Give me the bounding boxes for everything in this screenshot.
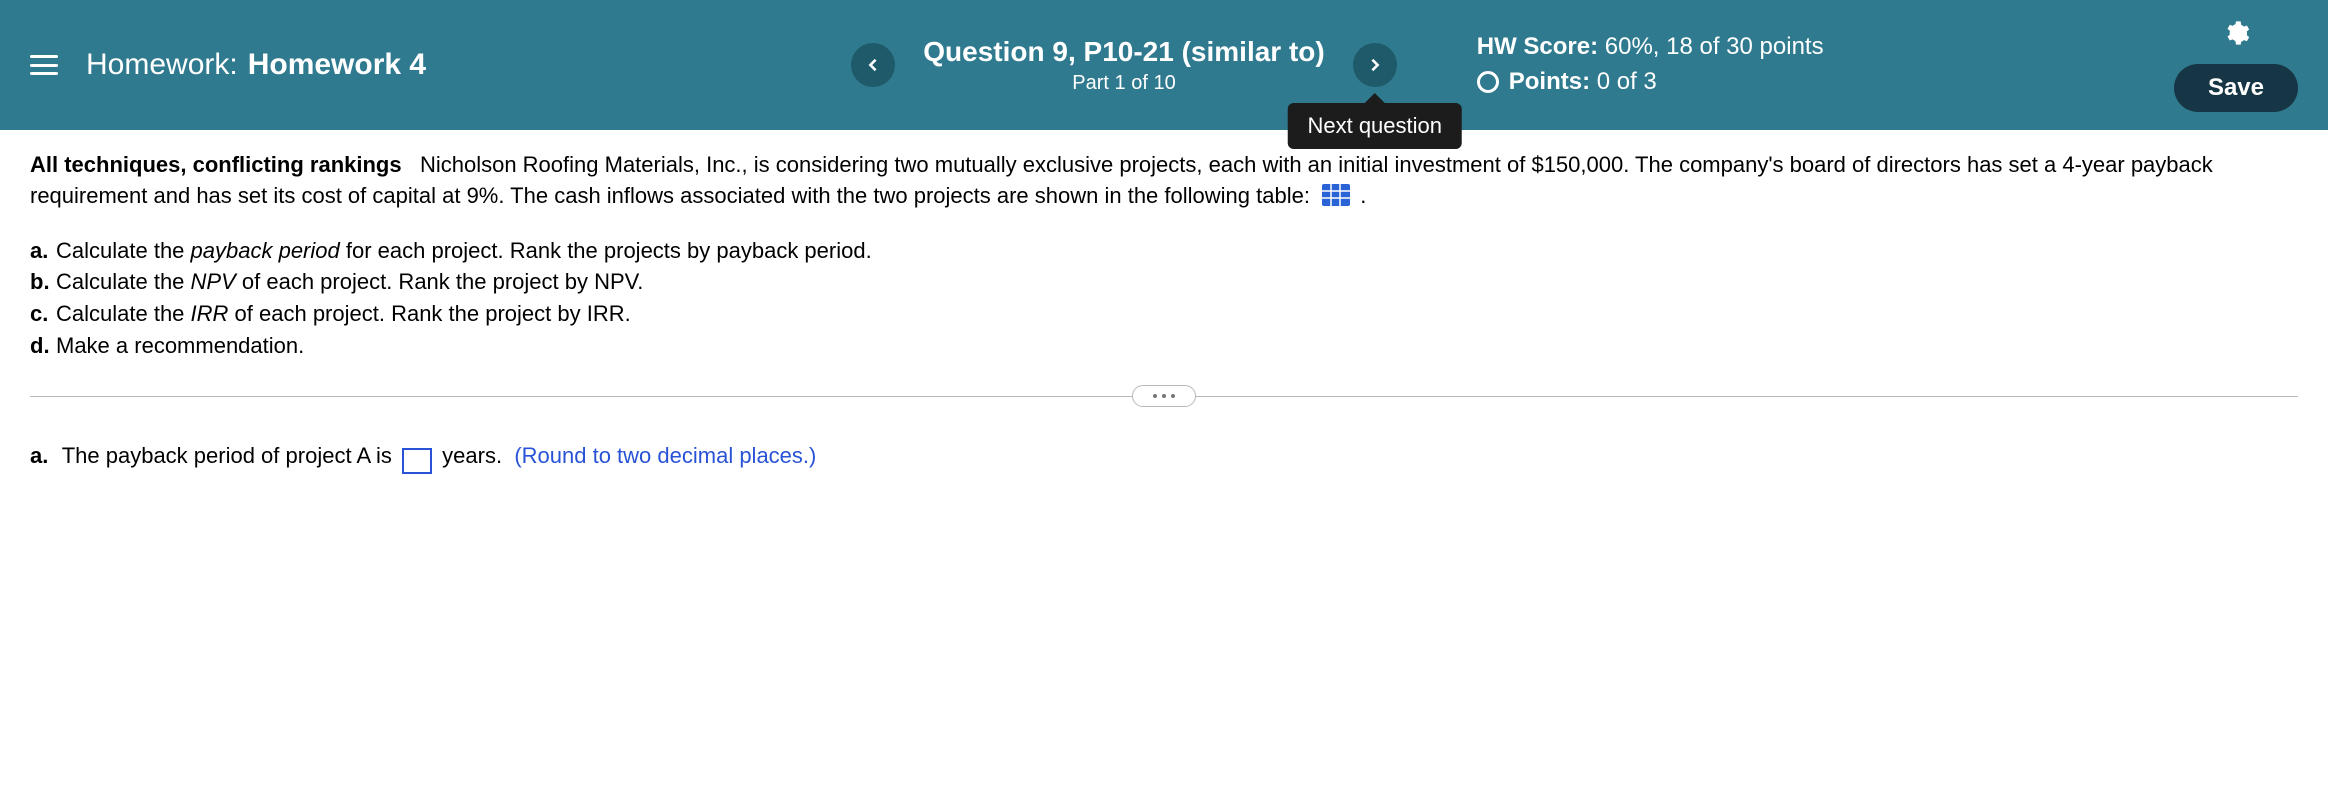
section-divider: [30, 396, 2298, 397]
expand-button[interactable]: [1132, 385, 1196, 407]
next-question-button[interactable]: Next question: [1353, 43, 1397, 87]
hw-score-line: HW Score: 60%, 18 of 30 points: [1477, 30, 1824, 65]
task-b: b.Calculate the NPV of each project. Ran…: [30, 267, 2298, 298]
header-center: Question 9, P10-21 (similar to) Part 1 o…: [851, 36, 1396, 95]
menu-icon[interactable]: [30, 55, 58, 75]
content: All techniques, conflicting rankings Nic…: [0, 130, 2328, 514]
header-left: Homework: Homework 4: [30, 48, 851, 82]
question-block: Question 9, P10-21 (similar to) Part 1 o…: [913, 36, 1334, 95]
points-status-icon: [1477, 71, 1499, 93]
header: Homework: Homework 4 Question 9, P10-21 …: [0, 0, 2328, 130]
answer-row-a: a. The payback period of project A is ye…: [30, 441, 2298, 475]
data-table-icon[interactable]: [1322, 184, 1350, 206]
points-line: Points: 0 of 3: [1477, 65, 1824, 100]
gear-icon[interactable]: [2222, 19, 2250, 52]
task-c: c.Calculate the IRR of each project. Ran…: [30, 299, 2298, 330]
task-list: a.Calculate the payback period for each …: [30, 236, 2298, 362]
hw-score-label: HW Score:: [1477, 33, 1598, 60]
answer-before: The payback period of project A is: [62, 443, 392, 468]
points-value: 0 of 3: [1597, 68, 1657, 95]
prev-question-button[interactable]: [851, 43, 895, 87]
question-part: Part 1 of 10: [923, 72, 1324, 95]
chevron-right-icon: [1368, 58, 1382, 72]
homework-title: Homework 4: [248, 48, 426, 82]
payback-period-a-input[interactable]: [402, 448, 432, 474]
problem-lead: All techniques, conflicting rankings: [30, 152, 402, 177]
header-right: HW Score: 60%, 18 of 30 points Points: 0…: [1397, 19, 2298, 112]
answer-marker: a.: [30, 441, 56, 472]
score-block: HW Score: 60%, 18 of 30 points Points: 0…: [1477, 30, 1824, 100]
hw-score-value: 60%, 18 of 30 points: [1605, 33, 1824, 60]
next-question-tooltip: Next question: [1287, 103, 1462, 149]
homework-prefix: Homework:: [86, 48, 238, 82]
task-a: a.Calculate the payback period for each …: [30, 236, 2298, 267]
points-label: Points:: [1509, 68, 1590, 95]
question-title: Question 9, P10-21 (similar to): [923, 36, 1324, 68]
problem-text: All techniques, conflicting rankings Nic…: [30, 150, 2298, 212]
right-controls: Save: [2174, 19, 2298, 112]
chevron-left-icon: [866, 58, 880, 72]
answer-after: years.: [442, 443, 502, 468]
save-button[interactable]: Save: [2174, 64, 2298, 112]
round-note: (Round to two decimal places.): [514, 443, 816, 468]
task-d: d.Make a recommendation.: [30, 331, 2298, 362]
